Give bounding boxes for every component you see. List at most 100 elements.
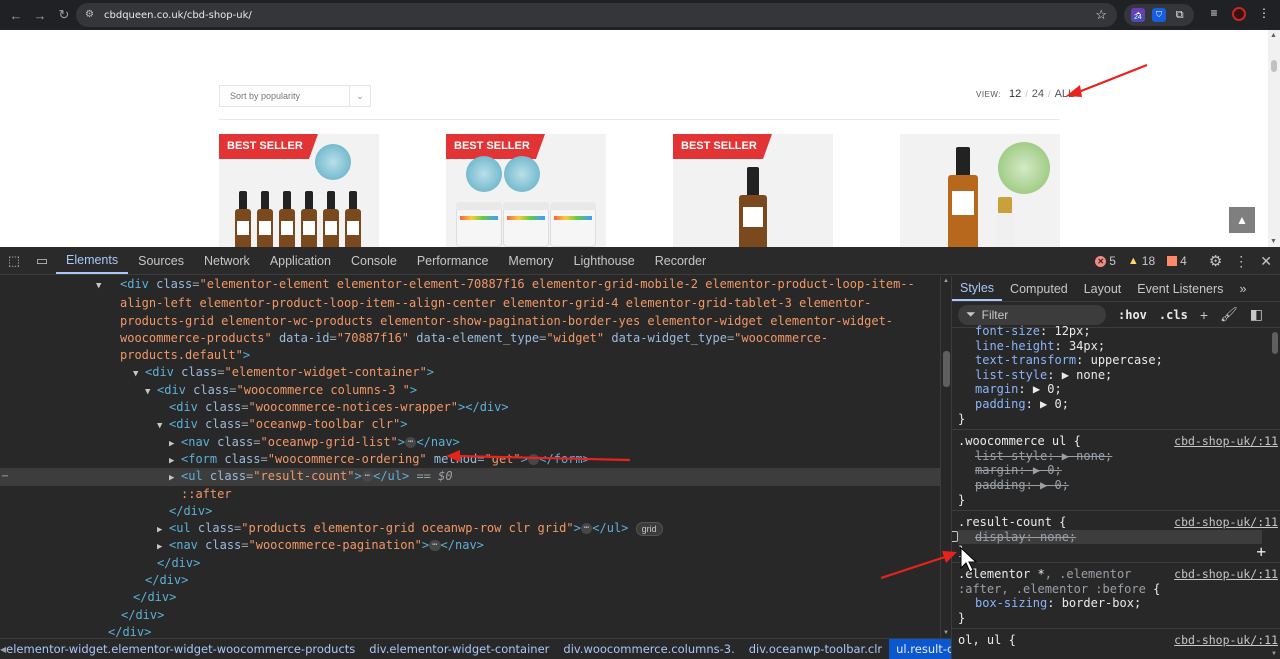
bookmark-star-icon[interactable]: ☆ <box>1095 7 1107 23</box>
error-count[interactable]: ✕ 5 <box>1095 254 1116 268</box>
css-declaration[interactable]: font-size: 12px; <box>958 324 1274 339</box>
puzzle-icon[interactable]: ⧉ <box>1173 8 1187 22</box>
dom-node-notices-wrapper[interactable]: <div class="woocommerce-notices-wrapper"… <box>0 399 940 416</box>
styles-scrollbar[interactable]: ▼ <box>1270 328 1280 659</box>
dom-node-grid-list[interactable]: ▶ <nav class="oceanwp-grid-list"> ⋯ </nav> <box>0 434 940 451</box>
scrollbar-thumb[interactable] <box>943 351 950 387</box>
back-icon[interactable]: ← <box>4 3 28 27</box>
address-bar[interactable]: ⚙ cbdqueen.co.uk/cbd-shop-uk/ ☆ <box>76 3 1117 27</box>
chevron-up-icon[interactable]: ▲ <box>1229 207 1255 233</box>
css-declaration-overridden[interactable]: padding: ▶ 0; <box>958 478 1274 493</box>
tab-sources[interactable]: Sources <box>128 247 194 274</box>
css-declaration[interactable]: margin: ▶ 0; <box>958 382 1274 397</box>
tab-styles[interactable]: Styles <box>952 276 1003 301</box>
ellipsis-badge[interactable]: ⋯ <box>429 540 441 552</box>
tab-network[interactable]: Network <box>194 247 260 274</box>
more-tabs-icon[interactable]: » <box>1231 276 1254 301</box>
chevron-down-icon[interactable]: ⌄ <box>349 86 370 106</box>
filter-input[interactable]: ⏷ Filter <box>958 304 1106 325</box>
tab-application[interactable]: Application <box>260 247 341 274</box>
tab-memory[interactable]: Memory <box>498 247 563 274</box>
dom-node-after-pseudo[interactable]: ::after <box>0 486 940 503</box>
scroll-down-icon[interactable]: ▼ <box>943 630 949 636</box>
tab-elements[interactable]: Elements <box>56 247 129 274</box>
css-declaration-overridden[interactable]: list-style: ▶ none; <box>958 449 1274 464</box>
css-declaration[interactable]: text-transform: uppercase; <box>958 353 1274 368</box>
product-card[interactable]: BEST SELLER <box>219 134 379 247</box>
rule-source-link[interactable]: cbd-shop-uk/:11 <box>1174 567 1278 582</box>
dom-node-widget-container[interactable]: ▼ <div class="elementor-widget-container"… <box>0 364 940 381</box>
dom-node-close[interactable]: </div> <box>0 589 940 606</box>
css-declaration[interactable]: box-sizing: border-box; <box>958 596 1274 611</box>
breadcrumb-item-selected[interactable]: ul.result-count <box>889 639 951 659</box>
url-text[interactable]: cbdqueen.co.uk/cbd-shop-uk/ <box>104 10 252 21</box>
more-options-icon[interactable]: ⋮ <box>1234 253 1248 270</box>
dom-node-close[interactable]: </div> <box>0 607 940 624</box>
reload-icon[interactable]: ↻ <box>52 3 76 27</box>
rule-source-link[interactable]: cbd-shop-uk/:11 <box>1174 633 1278 648</box>
rule-source-link[interactable]: cbd-shop-uk/:11 <box>1174 434 1278 449</box>
hover-state-button[interactable]: :hov <box>1118 308 1147 322</box>
scroll-down-icon[interactable]: ▼ <box>1270 238 1277 245</box>
declaration-checkbox[interactable] <box>952 530 958 542</box>
rule-source-link[interactable]: cbd-shop-uk/:11 <box>1174 515 1278 530</box>
scroll-up-icon[interactable]: ▲ <box>943 278 949 284</box>
elements-tree[interactable]: ▼ <div class="elementor-element elementor… <box>0 276 940 638</box>
more-dots-icon[interactable]: ⋯ <box>2 468 8 485</box>
menu-icon[interactable]: ⋮ <box>1256 6 1272 21</box>
breadcrumb-item[interactable]: div.elementor-widget-container <box>362 642 556 656</box>
css-declaration-disabled[interactable]: display: none; <box>952 529 1262 545</box>
dom-node-close[interactable]: </div> <box>0 572 940 589</box>
inspect-element-icon[interactable]: ⬚ <box>0 247 28 274</box>
breadcrumb-item[interactable]: div.oceanwp-toolbar.clr <box>742 642 889 656</box>
dom-node-woocommerce-columns[interactable]: ▼ <div class="woocommerce columns-3 "> <box>0 382 940 399</box>
ellipsis-badge[interactable]: ⋯ <box>405 436 417 448</box>
warning-count[interactable]: ▲ 18 <box>1128 254 1155 268</box>
device-toolbar-icon[interactable]: ▭ <box>28 247 56 274</box>
grid-badge[interactable]: grid <box>635 521 663 536</box>
breadcrumb-item[interactable]: div.woocommerce.columns-3. <box>556 642 741 656</box>
elements-scrollbar[interactable]: ▲ ▼ <box>940 276 951 638</box>
breadcrumb-item[interactable]: elementor-widget.elementor-widget-woocom… <box>6 642 362 656</box>
paint-brush-icon[interactable]: 🖌 <box>1220 306 1238 323</box>
sidebar-toggle-icon[interactable]: ◧ <box>1250 306 1263 323</box>
dom-node-widget[interactable]: ▼ <div class="elementor-element elementor… <box>0 276 940 364</box>
tab-search-icon[interactable]: ≡ <box>1206 6 1222 21</box>
dom-node-ordering-form[interactable]: ▶ <form class="woocommerce-ordering" meth… <box>0 451 940 468</box>
sort-select[interactable]: Sort by popularity ⌄ <box>219 85 371 107</box>
css-declaration[interactable]: list-style: ▶ none; <box>958 368 1274 383</box>
product-card[interactable]: BEST SELLER <box>673 134 833 247</box>
css-declaration-overridden[interactable]: margin: ▶ 0; <box>958 463 1274 478</box>
scroll-up-icon[interactable]: ▲ <box>1270 32 1277 39</box>
profile-avatar[interactable] <box>1232 7 1246 21</box>
dom-node-close[interactable]: </div> <box>0 624 940 638</box>
css-declaration[interactable]: padding: ▶ 0; <box>958 397 1274 412</box>
rule-selector-cont[interactable]: :after, .elementor :before { <box>958 582 1274 597</box>
scroll-down-icon[interactable]: ▼ <box>1271 651 1277 657</box>
dom-node-toolbar[interactable]: ▼ <div class="oceanwp-toolbar clr"> <box>0 416 940 433</box>
class-toggle-button[interactable]: .cls <box>1159 308 1188 322</box>
new-rule-plus-icon[interactable]: + <box>1200 307 1208 323</box>
view-option-24[interactable]: 24 <box>1032 88 1044 100</box>
page-scrollbar[interactable]: ▲ ▼ <box>1268 30 1280 247</box>
css-declaration[interactable]: line-height: 34px; <box>958 339 1274 354</box>
tab-event-listeners[interactable]: Event Listeners <box>1129 276 1231 301</box>
scrollbar-thumb[interactable] <box>1271 60 1277 72</box>
add-declaration-plus-icon[interactable]: + <box>1256 544 1266 560</box>
settings-gear-icon[interactable]: ⚙ <box>1209 252 1222 270</box>
dom-node-products-grid[interactable]: ▶ <ul class="products elementor-grid ocea… <box>0 520 940 537</box>
view-option-12[interactable]: 12 <box>1009 88 1021 100</box>
tab-console[interactable]: Console <box>341 247 407 274</box>
tab-layout[interactable]: Layout <box>1076 276 1130 301</box>
issue-count[interactable]: 4 <box>1167 254 1187 268</box>
tab-recorder[interactable]: Recorder <box>645 247 716 274</box>
dom-node-pagination[interactable]: ▶ <nav class="woocommerce-pagination"> ⋯ </… <box>0 537 940 554</box>
product-card[interactable] <box>900 134 1060 247</box>
ellipsis-badge[interactable]: ⋯ <box>527 453 540 465</box>
forward-icon[interactable]: → <box>28 3 52 27</box>
dom-node-close[interactable]: </div> <box>0 503 940 520</box>
shield-icon[interactable]: ⛉ <box>1151 8 1166 22</box>
tab-computed[interactable]: Computed <box>1002 276 1076 301</box>
view-option-all[interactable]: ALL <box>1055 88 1075 100</box>
tab-performance[interactable]: Performance <box>407 247 499 274</box>
